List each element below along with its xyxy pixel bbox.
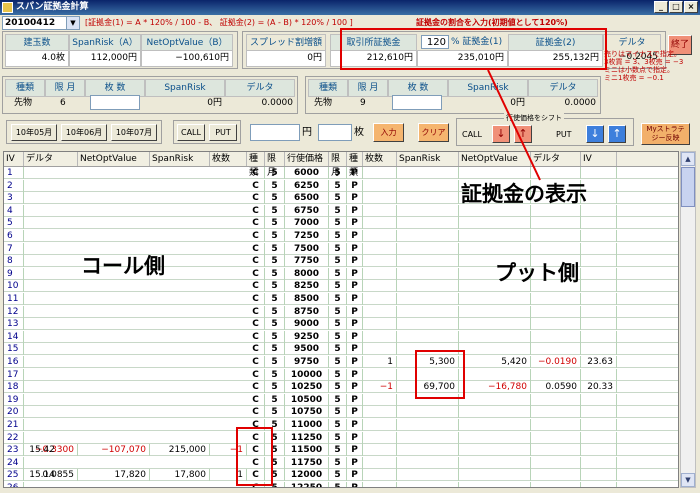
call-side-label: コール側: [81, 254, 165, 278]
put-side-label: プット側: [495, 261, 579, 285]
annotation-arrow-line: [487, 69, 541, 181]
margin-display-label: 証拠金の表示: [461, 182, 587, 206]
